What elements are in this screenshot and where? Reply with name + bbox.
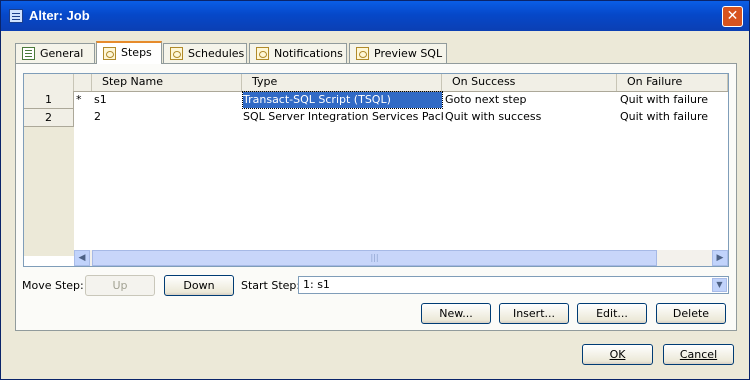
window-title: Alter: Job	[29, 8, 90, 23]
tab-strip: General Steps Schedules Notifications Pr…	[15, 41, 735, 64]
cell-step-name[interactable]: s1	[94, 92, 242, 108]
cell-on-failure[interactable]: Quit with failure	[620, 92, 728, 108]
start-step-value: 1: s1	[303, 278, 330, 291]
ok-label: OK	[609, 348, 626, 361]
start-step-label: Start Step:	[241, 279, 301, 292]
row-number-2[interactable]: 2	[24, 109, 74, 127]
tab-preview-sql[interactable]: Preview SQL	[349, 43, 447, 63]
row-number-1[interactable]: 1	[24, 91, 74, 109]
cell-type[interactable]: Transact-SQL Script (TSQL)	[242, 91, 443, 109]
tab-general-label: General	[40, 47, 84, 60]
marker-header	[74, 74, 92, 91]
scroll-right-icon[interactable]: ▶	[712, 250, 728, 266]
tab-general[interactable]: General	[15, 43, 95, 63]
ok-button[interactable]: OK	[582, 344, 653, 365]
tab-steps[interactable]: Steps	[96, 41, 162, 64]
table-row[interactable]: 2 SQL Server Integration Services Packag…	[74, 109, 728, 125]
tab-schedules-label: Schedules	[188, 47, 245, 60]
cell-on-failure[interactable]: Quit with failure	[620, 109, 728, 125]
window-icon	[9, 9, 23, 23]
delete-step-button[interactable]: Delete	[656, 303, 726, 324]
move-up-button[interactable]: Up	[85, 275, 155, 296]
scroll-left-icon[interactable]: ◀	[74, 250, 90, 266]
title-bar[interactable]: Alter: Job ✕	[1, 1, 749, 31]
tab-steps-label: Steps	[121, 46, 152, 59]
start-step-select[interactable]: 1: s1 ▼	[298, 276, 729, 294]
column-header-on-failure[interactable]: On Failure	[617, 74, 728, 91]
cell-on-success[interactable]: Goto next step	[445, 92, 617, 108]
column-header-on-success[interactable]: On Success	[442, 74, 617, 91]
cancel-label: Cancel	[679, 348, 718, 361]
grid-icon	[22, 47, 35, 60]
document-icon	[103, 47, 116, 60]
cell-type[interactable]: SQL Server Integration Services Package	[243, 109, 443, 125]
move-step-label: Move Step:	[22, 279, 84, 292]
alter-job-dialog: Alter: Job ✕ General Steps Schedules Not…	[0, 0, 750, 380]
new-step-button[interactable]: New...	[421, 303, 491, 324]
column-header-type[interactable]: Type	[242, 74, 442, 91]
tab-schedules[interactable]: Schedules	[163, 43, 247, 63]
horizontal-scrollbar[interactable]: ◀ ||| ▶	[74, 250, 728, 266]
cancel-button[interactable]: Cancel	[663, 344, 734, 365]
row-marker	[76, 109, 90, 125]
close-button[interactable]: ✕	[722, 6, 743, 27]
grid-header: Step Name Type On Success On Failure	[24, 74, 728, 92]
chevron-down-icon[interactable]: ▼	[712, 278, 727, 292]
document-icon	[356, 47, 369, 60]
cell-step-name[interactable]: 2	[94, 109, 242, 125]
tab-notifications[interactable]: Notifications	[249, 43, 347, 63]
steps-grid[interactable]: Step Name Type On Success On Failure 1 2…	[23, 73, 729, 267]
scrollbar-thumb[interactable]: |||	[92, 250, 657, 266]
tab-notifications-label: Notifications	[274, 47, 343, 60]
cell-on-success[interactable]: Quit with success	[445, 109, 617, 125]
insert-step-button[interactable]: Insert...	[499, 303, 569, 324]
move-down-button[interactable]: Down	[164, 275, 234, 296]
row-number-header	[24, 74, 74, 91]
document-icon	[256, 47, 269, 60]
row-marker: *	[76, 93, 82, 106]
tab-preview-sql-label: Preview SQL	[374, 47, 443, 60]
column-header-step-name[interactable]: Step Name	[92, 74, 242, 91]
edit-step-button[interactable]: Edit...	[577, 303, 647, 324]
table-row[interactable]: * s1 Transact-SQL Script (TSQL) Goto nex…	[74, 91, 728, 109]
document-icon	[170, 47, 183, 60]
